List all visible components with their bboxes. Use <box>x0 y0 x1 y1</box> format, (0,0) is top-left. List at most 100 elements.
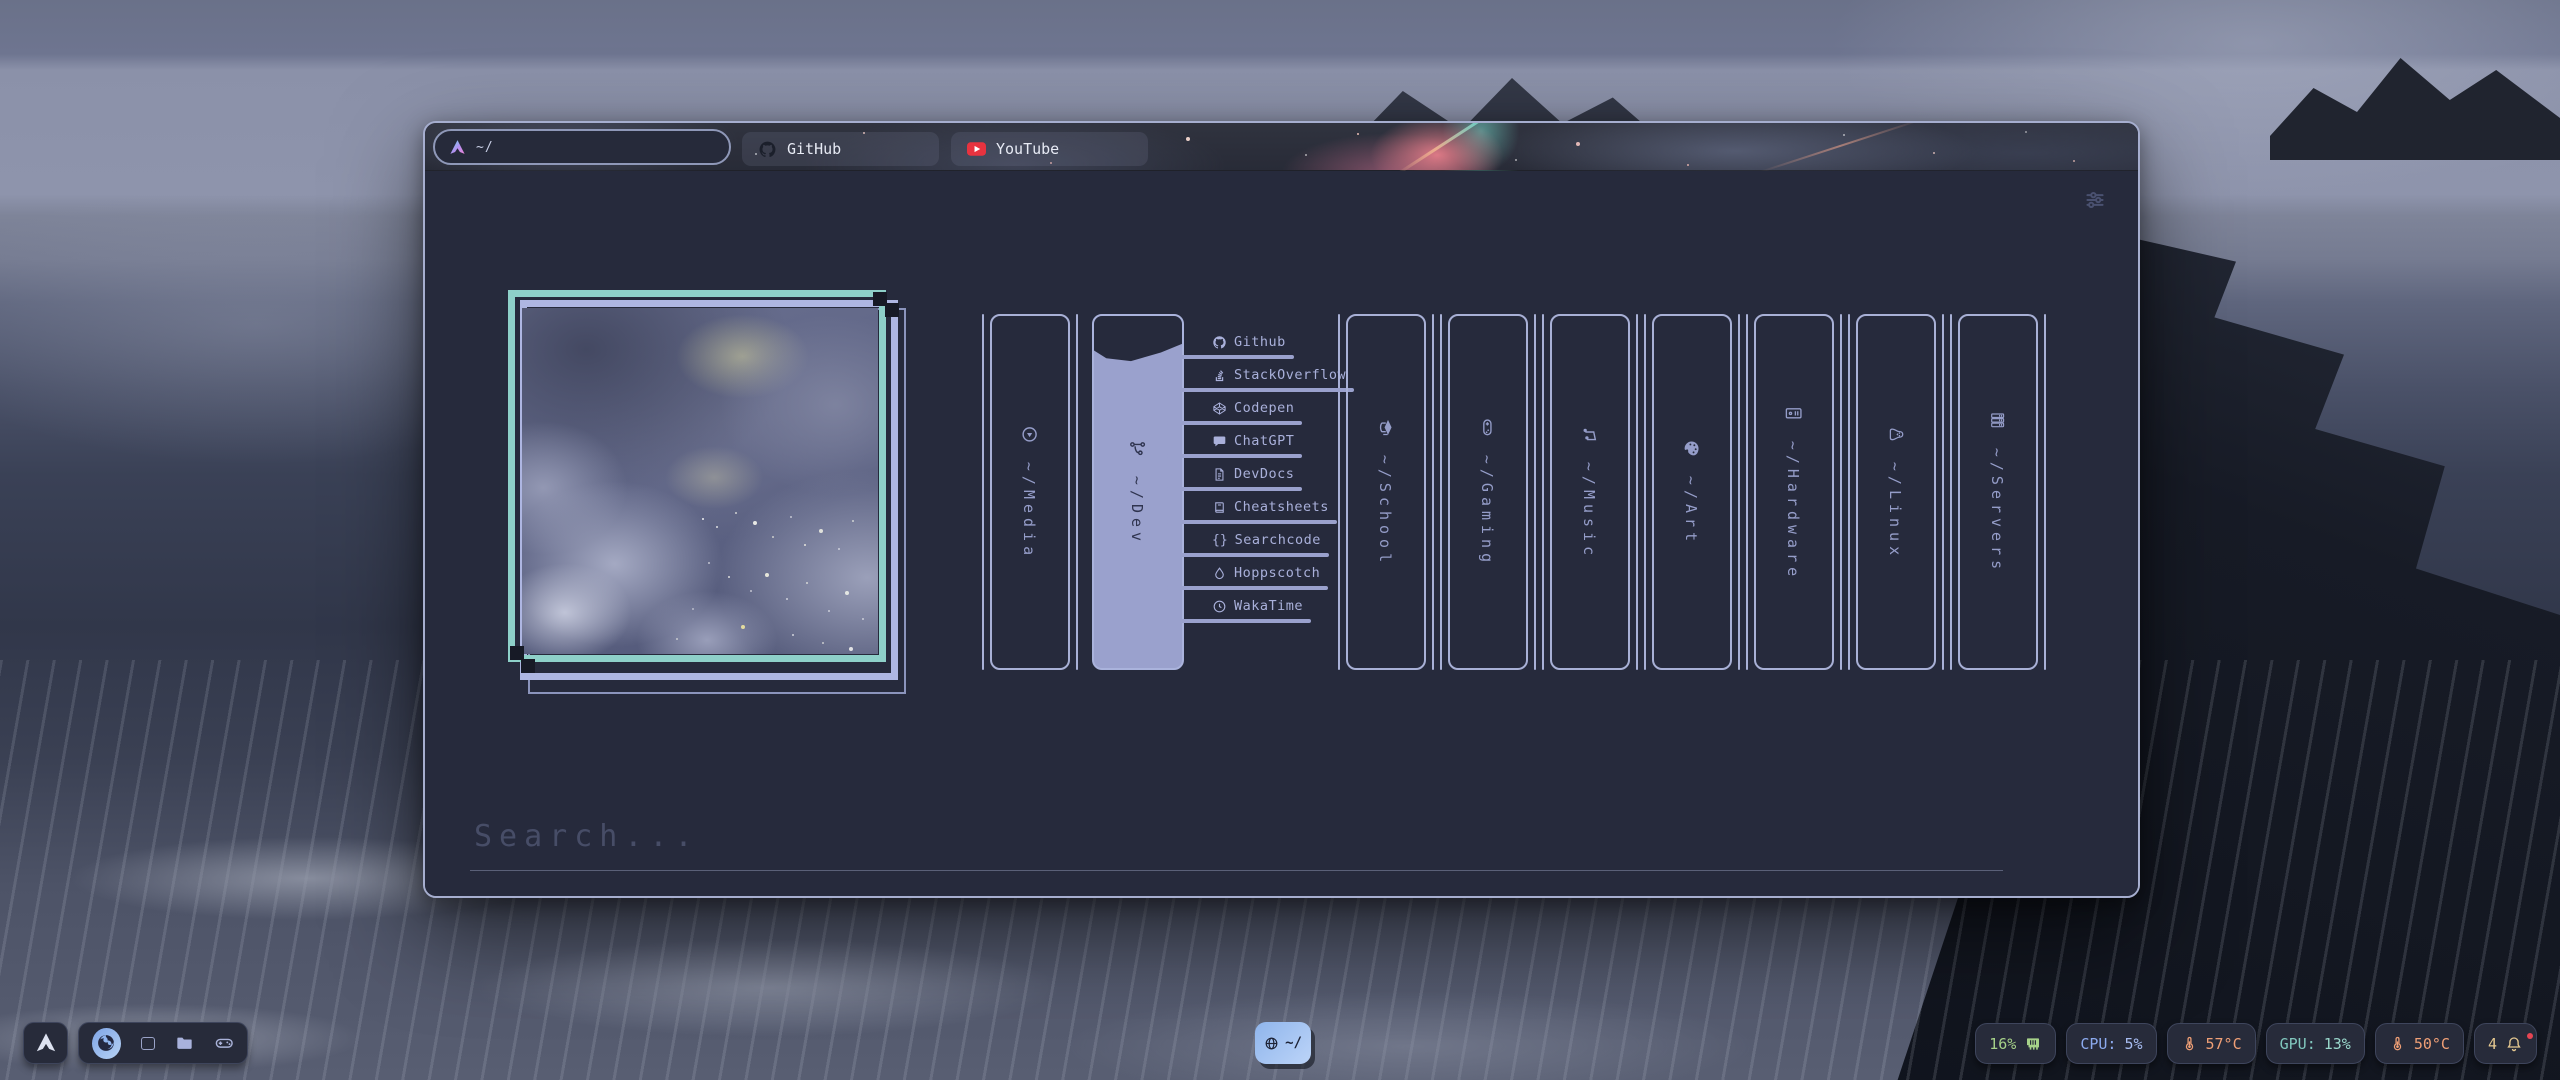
system-status-row: 16% CPU: 5% 57°C GPU: 13% <box>1975 1023 2537 1064</box>
link-label: Codepen <box>1234 400 1294 416</box>
book-label: ~/Servers <box>1989 447 2007 573</box>
book-label: ~/Dev <box>1129 475 1147 545</box>
tabbar-wallpaper-stars <box>425 123 427 125</box>
book-slot: ~/Linux <box>1848 314 1944 670</box>
cpu-temp-indicator: 57°C <box>2167 1023 2256 1064</box>
server-rack-icon <box>1989 410 2008 429</box>
book-media[interactable]: ~/Media <box>990 314 1070 670</box>
notification-count: 4 <box>2488 1035 2497 1053</box>
book-linux[interactable]: ~/Linux <box>1856 314 1936 670</box>
shelf-divider <box>1636 314 1638 670</box>
shelf-divider <box>1432 314 1434 670</box>
firefox-button[interactable] <box>92 1028 121 1059</box>
link-wakatime[interactable]: WakaTime <box>1166 596 1311 623</box>
link-stackoverflow[interactable]: StackOverflow <box>1166 365 1354 392</box>
tabbar-wallpaper-streak <box>1397 121 1508 175</box>
window-button[interactable] <box>141 1037 155 1050</box>
notifications-indicator[interactable]: 4 <box>2474 1023 2537 1064</box>
gamepad-icon <box>1479 417 1498 436</box>
link-github[interactable]: Github <box>1166 332 1294 359</box>
arch-logo-icon <box>35 1032 57 1054</box>
gpu-temp-value: 50°C <box>2414 1035 2450 1053</box>
newtab-page: ~/Media ~/Dev <box>425 171 2138 896</box>
settings-sliders-icon[interactable] <box>2080 185 2110 215</box>
browser-tab-bar: ~/ GitHub YouTube <box>425 123 2138 171</box>
shelf-divider <box>2044 314 2046 670</box>
book-label: ~/Art <box>1683 475 1701 545</box>
thermometer-icon <box>2389 1035 2406 1052</box>
link-chatgpt[interactable]: ChatGPT <box>1166 431 1302 458</box>
link-devdocs[interactable]: DevDocs <box>1166 464 1302 491</box>
memory-value: 16% <box>1989 1035 2016 1053</box>
link-cheatsheets[interactable]: Cheatsheets <box>1166 497 1337 524</box>
search-input[interactable] <box>470 813 2003 871</box>
games-button[interactable] <box>214 1032 234 1054</box>
tabbar-wallpaper-streak <box>1759 121 1921 173</box>
shelf-divider <box>1440 314 1442 670</box>
gpu-temp-indicator: 50°C <box>2375 1023 2464 1064</box>
link-searchcode[interactable]: {} Searchcode <box>1166 530 1329 557</box>
book-slot: ~/School <box>1338 314 1434 670</box>
book-slot: ~/Gaming <box>1440 314 1536 670</box>
book-servers[interactable]: ~/Servers <box>1958 314 2038 670</box>
dev-links-list: Github StackOverflow Codepen ChatGP <box>1166 314 1332 670</box>
shelf-divider <box>1534 314 1536 670</box>
desktop-screen: ~/ GitHub YouTube <box>0 0 2560 1080</box>
link-label: ChatGPT <box>1234 433 1294 449</box>
shelf-divider <box>1076 314 1078 670</box>
link-hoppscotch[interactable]: Hoppscotch <box>1166 563 1328 590</box>
book-slot: ~/Music <box>1542 314 1638 670</box>
firefox-icon <box>95 1032 117 1054</box>
painting-stars <box>702 518 704 520</box>
link-label: DevDocs <box>1234 466 1294 482</box>
tab-home-active[interactable]: ~/ <box>433 129 731 165</box>
shelf-divider <box>1746 314 1748 670</box>
stackoverflow-icon <box>1212 368 1227 383</box>
files-button[interactable] <box>175 1033 194 1053</box>
book-slot: ~/Hardware <box>1746 314 1842 670</box>
art-corner-handle <box>885 303 899 317</box>
music-notes-icon <box>1581 424 1600 443</box>
book-label: ~/Gaming <box>1479 454 1497 566</box>
book-icon <box>1212 500 1227 515</box>
taskbar-active-window[interactable]: ~/ <box>1255 1022 1311 1064</box>
gpu-value: 13% <box>2324 1035 2351 1053</box>
tab-label: ~/ <box>476 140 494 155</box>
shelf-divider <box>1738 314 1740 670</box>
github-icon <box>1212 335 1227 350</box>
shelf-divider <box>1950 314 1952 670</box>
link-label: Searchcode <box>1235 532 1321 548</box>
globe-icon <box>1264 1036 1279 1051</box>
link-codepen[interactable]: Codepen <box>1166 398 1302 425</box>
bell-icon <box>2505 1035 2523 1053</box>
tab-youtube[interactable]: YouTube <box>951 132 1148 166</box>
pc-case-icon <box>1785 403 1804 422</box>
book-art[interactable]: ~/Art <box>1652 314 1732 670</box>
active-window-label: ~/ <box>1285 1035 1302 1051</box>
taskbar-dock <box>78 1022 248 1064</box>
link-label: WakaTime <box>1234 598 1303 614</box>
codepen-icon <box>1212 401 1227 416</box>
search-bar <box>470 813 2003 871</box>
book-school[interactable]: ~/School <box>1346 314 1426 670</box>
memory-indicator: 16% <box>1975 1023 2056 1064</box>
book-music[interactable]: ~/Music <box>1550 314 1630 670</box>
book-hardware[interactable]: ~/Hardware <box>1754 314 1834 670</box>
art-corner-handle <box>510 646 524 660</box>
cpu-indicator: CPU: 5% <box>2066 1023 2156 1064</box>
book-gaming[interactable]: ~/Gaming <box>1448 314 1528 670</box>
tux-penguin-icon <box>1887 424 1906 443</box>
tab-github[interactable]: GitHub <box>742 132 939 166</box>
book-slot: ~/Art <box>1644 314 1740 670</box>
book-slot: ~/Media <box>982 314 1078 670</box>
album-art-block <box>508 290 918 702</box>
book-slot-dev-open: ~/Dev Github StackOverflow <box>1084 314 1332 670</box>
gpu-indicator: GPU: 13% <box>2266 1023 2365 1064</box>
link-label: Hoppscotch <box>1234 565 1320 581</box>
shelf-divider <box>1840 314 1842 670</box>
link-label: StackOverflow <box>1234 367 1346 383</box>
play-circle-icon <box>1021 424 1040 443</box>
cloud-painting-image <box>522 308 878 654</box>
chat-bubble-icon <box>1212 434 1227 449</box>
launcher-button[interactable] <box>23 1022 68 1064</box>
